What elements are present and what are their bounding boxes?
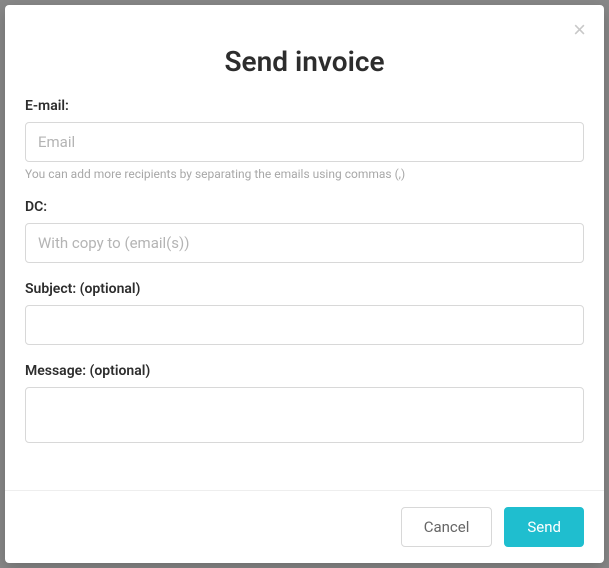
modal-footer: Cancel Send <box>5 490 604 563</box>
send-button[interactable]: Send <box>504 507 584 547</box>
email-group: E-mail: You can add more recipients by s… <box>25 98 584 181</box>
dc-input[interactable] <box>25 223 584 263</box>
dc-label: DC: <box>25 199 584 215</box>
cancel-button[interactable]: Cancel <box>401 507 493 547</box>
message-textarea[interactable] <box>25 387 584 443</box>
modal-title: Send invoice <box>25 45 584 78</box>
send-invoice-modal: × Send invoice E-mail: You can add more … <box>5 5 604 563</box>
close-button[interactable]: × <box>573 19 586 41</box>
email-help-text: You can add more recipients by separatin… <box>25 167 584 181</box>
email-label: E-mail: <box>25 98 584 114</box>
close-icon: × <box>573 17 586 42</box>
message-group: Message: (optional) <box>25 363 584 447</box>
subject-label: Subject: (optional) <box>25 281 584 297</box>
message-label: Message: (optional) <box>25 363 584 379</box>
modal-body: E-mail: You can add more recipients by s… <box>5 88 604 490</box>
subject-group: Subject: (optional) <box>25 281 584 345</box>
subject-input[interactable] <box>25 305 584 345</box>
dc-group: DC: <box>25 199 584 263</box>
email-input[interactable] <box>25 122 584 162</box>
modal-header: × Send invoice <box>5 5 604 88</box>
